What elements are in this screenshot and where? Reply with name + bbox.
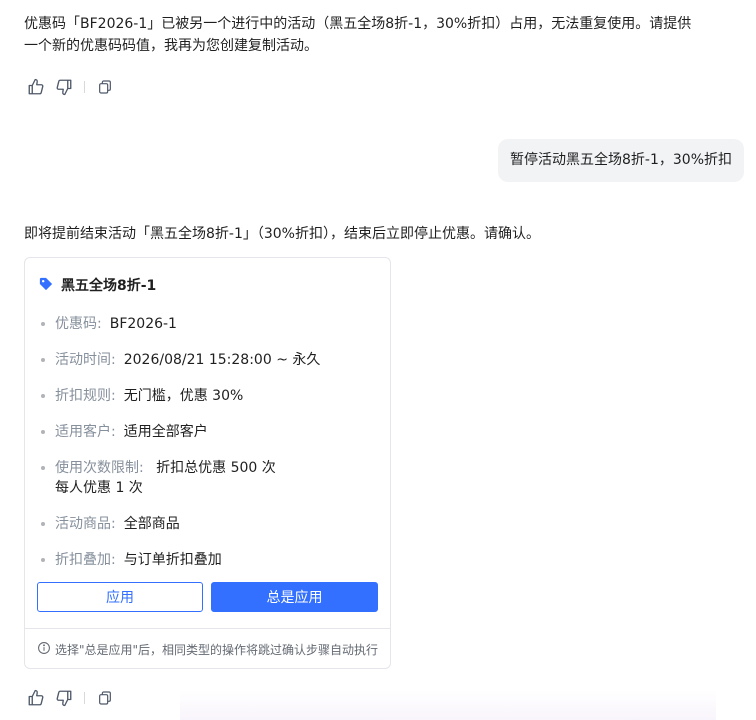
field-label: 适用客户: (55, 424, 116, 440)
field-value: 折扣总优惠 500 次 (156, 460, 276, 476)
field-row-coupon-code: 优惠码: BF2026-1 (39, 314, 177, 334)
assistant-message-1: 优惠码「BF2026-1」已被另一个进行中的活动（黑五全场8折-1，30%折扣）… (24, 16, 692, 54)
field-value-secondary: 每人优惠 1 次 (55, 480, 143, 496)
thumbs-up-icon[interactable] (26, 688, 46, 708)
field-label: 优惠码: (55, 316, 102, 332)
campaign-confirm-card: 黑五全场8折-1 优惠码: BF2026-1 活动时间: 2026/08/21 … (24, 257, 391, 669)
message-actions-2 (26, 687, 115, 709)
card-header: 黑五全场8折-1 (39, 275, 156, 295)
always-apply-button[interactable]: 总是应用 (211, 582, 378, 612)
copy-icon[interactable] (95, 77, 115, 97)
field-value: 2026/08/21 15:28:00 ~ 永久 (123, 352, 321, 368)
field-value: 全部商品 (123, 516, 180, 532)
field-value: 与订单折扣叠加 (123, 552, 222, 568)
field-row-products: 活动商品: 全部商品 (39, 514, 180, 534)
info-icon (37, 641, 51, 658)
thumbs-down-icon[interactable] (54, 688, 74, 708)
field-value: 适用全部客户 (123, 424, 208, 440)
footer-note-text: 选择"总是应用"后，相同类型的操作将跳过确认步骤自动执行 (55, 643, 379, 657)
field-row-time: 活动时间: 2026/08/21 15:28:00 ~ 永久 (39, 350, 320, 370)
user-message-bubble: 暂停活动黑五全场8折-1，30%折扣 (498, 139, 744, 182)
copy-icon[interactable] (95, 688, 115, 708)
field-row-stacking: 折扣叠加: 与订单折扣叠加 (39, 550, 222, 570)
field-row-usage-limit: 使用次数限制: 折扣总优惠 500 次 每人优惠 1 次 (39, 458, 276, 498)
card-footer-note: 选择"总是应用"后，相同类型的操作将跳过确认步骤自动执行 (37, 641, 378, 658)
field-row-discount-rule: 折扣规则: 无门槛，优惠 30% (39, 386, 243, 406)
thumbs-down-icon[interactable] (54, 77, 74, 97)
field-label: 活动商品: (55, 516, 116, 532)
thumbs-up-icon[interactable] (26, 77, 46, 97)
field-label: 折扣叠加: (55, 552, 116, 568)
apply-button[interactable]: 应用 (37, 582, 203, 612)
input-area-fade (180, 690, 716, 720)
field-label: 使用次数限制: (55, 460, 144, 476)
divider (84, 692, 85, 704)
card-title: 黑五全场8折-1 (61, 278, 157, 294)
tag-icon (39, 276, 53, 295)
field-value: BF2026-1 (109, 316, 177, 332)
field-value: 无门槛，优惠 30% (123, 388, 244, 404)
assistant-message-2: 即将提前结束活动「黑五全场8折-1」（30%折扣），结束后立即停止优惠。请确认。 (24, 226, 540, 242)
field-label: 折扣规则: (55, 388, 116, 404)
card-divider (25, 628, 390, 629)
field-label: 活动时间: (55, 352, 116, 368)
field-row-customers: 适用客户: 适用全部客户 (39, 422, 208, 442)
divider (84, 81, 85, 93)
message-actions-1 (26, 76, 115, 98)
